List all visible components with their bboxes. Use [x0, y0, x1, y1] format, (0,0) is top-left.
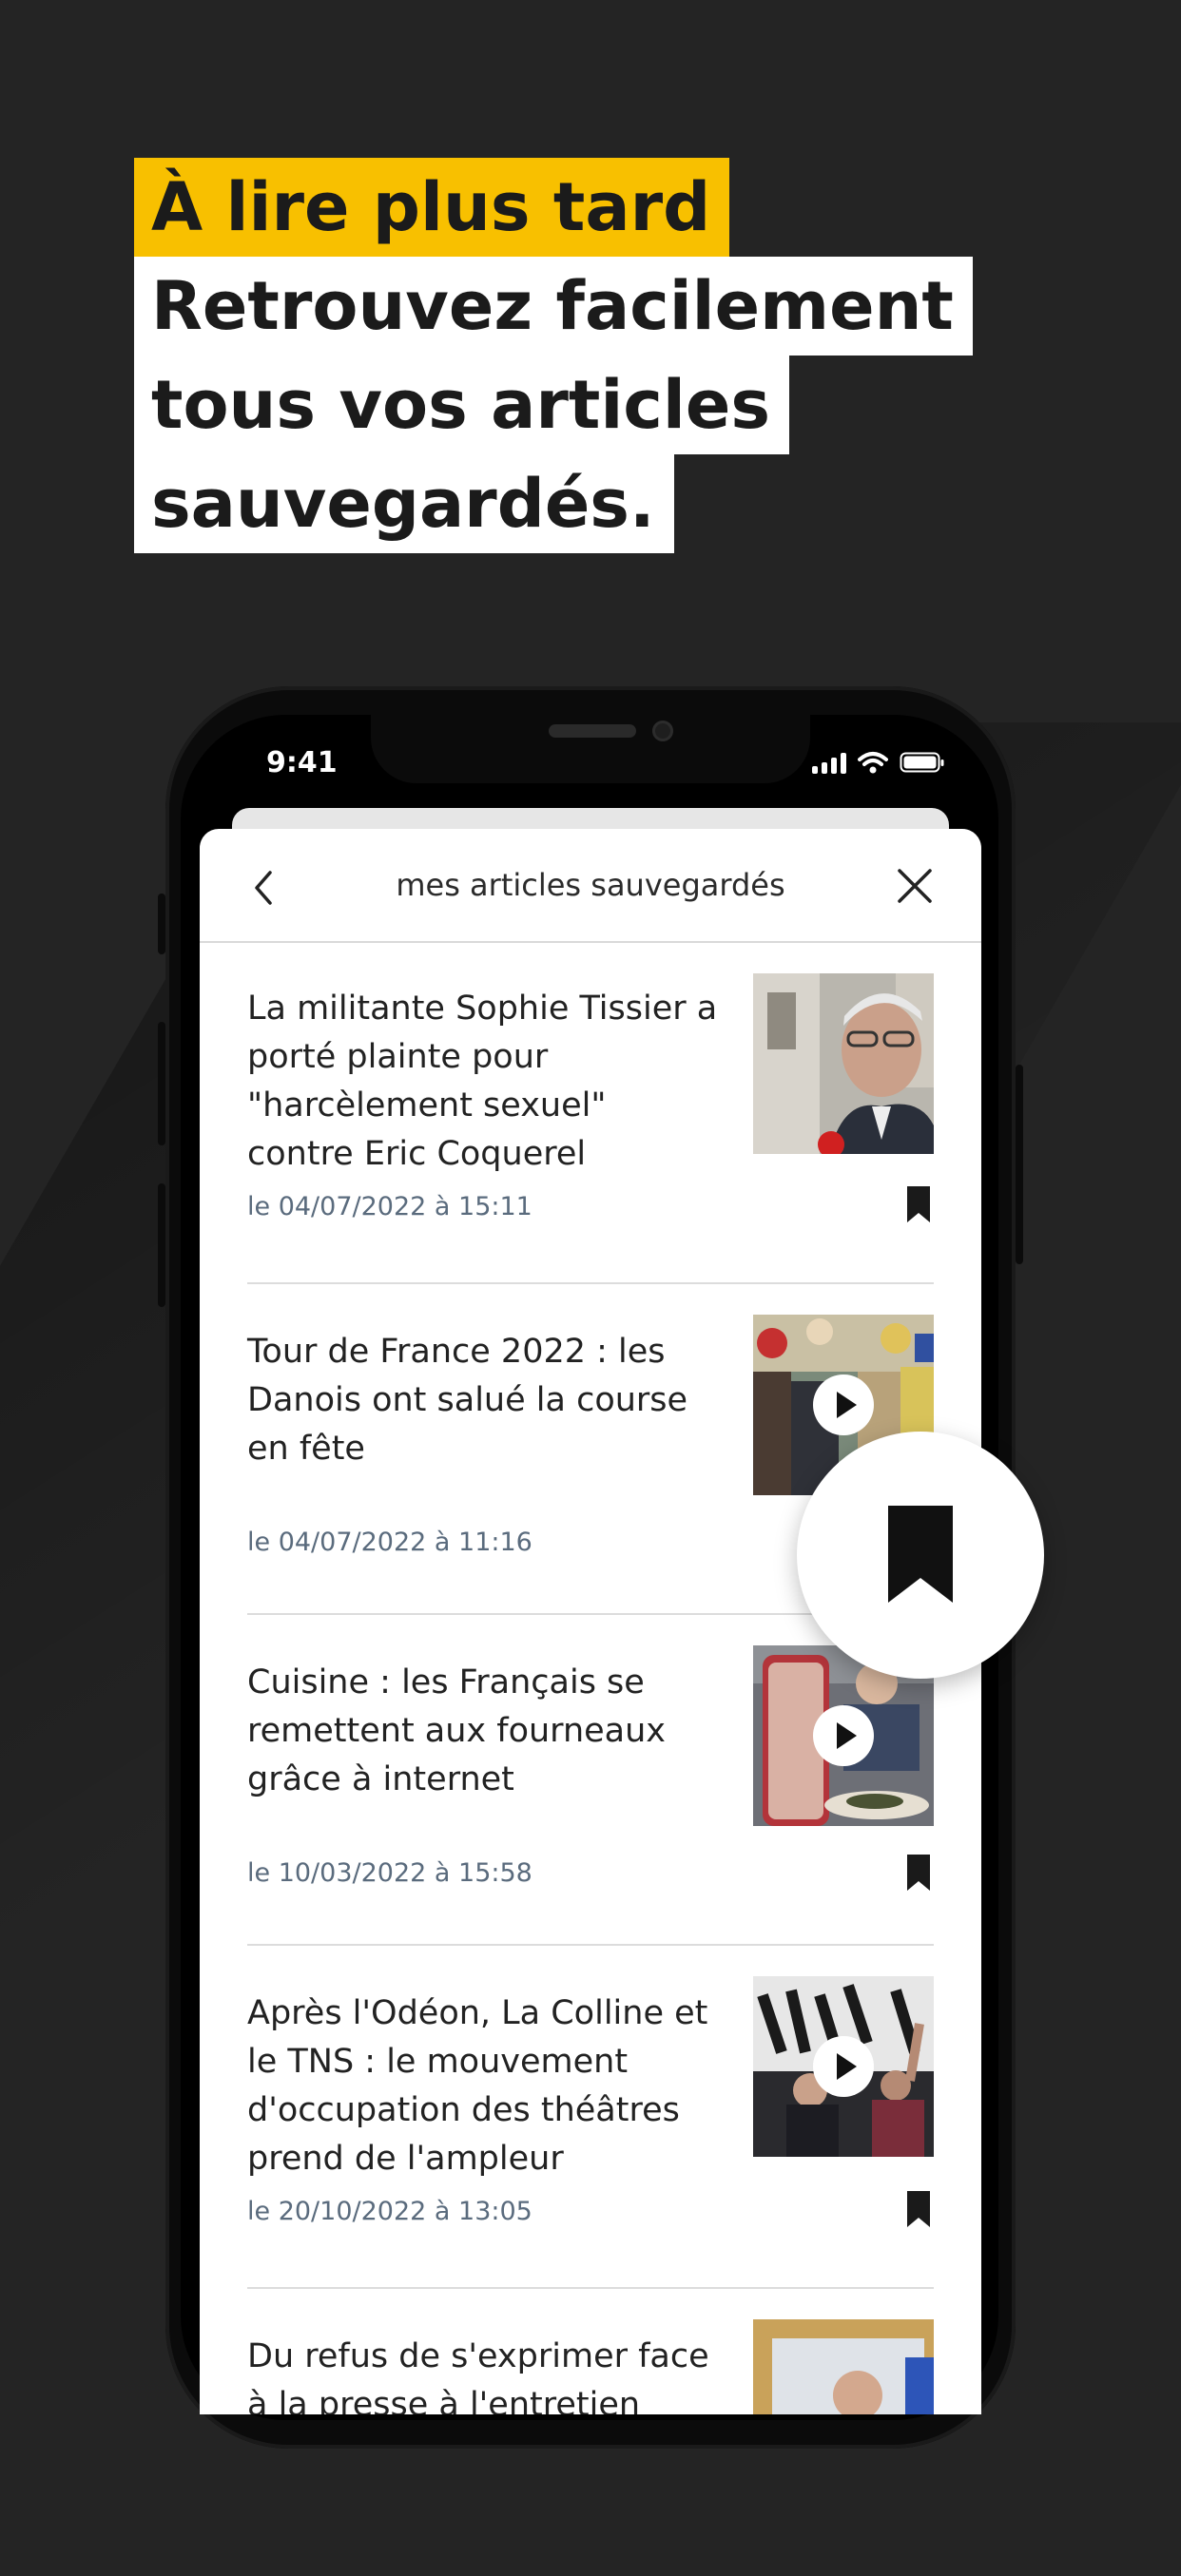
list-item[interactable]: Cuisine : les Français se remettent aux …	[247, 1615, 934, 1946]
headline-line-4: sauvegardés.	[134, 454, 674, 553]
list-item[interactable]: Du refus de s'exprimer face à la presse …	[247, 2289, 934, 2414]
list-item[interactable]: La militante Sophie Tissier a porté plai…	[247, 941, 934, 1284]
phone-camera	[652, 721, 673, 741]
bookmark-icon[interactable]	[905, 1855, 932, 1891]
close-icon[interactable]	[888, 859, 941, 913]
status-icons	[812, 751, 945, 774]
portrait-image	[753, 973, 934, 1154]
status-time: 9:41	[266, 746, 338, 779]
article-title[interactable]: La militante Sophie Tissier a porté plai…	[247, 985, 723, 1179]
phone-volume-down	[158, 1183, 165, 1307]
article-list: La militante Sophie Tissier a porté plai…	[247, 941, 934, 2414]
article-date: le 04/07/2022 à 15:11	[247, 1192, 532, 1221]
article-title[interactable]: Tour de France 2022 : les Danois ont sal…	[247, 1328, 723, 1473]
article-title[interactable]: Du refus de s'exprimer face à la presse …	[247, 2333, 723, 2414]
article-date: le 10/03/2022 à 15:58	[247, 1858, 532, 1888]
phone-speaker	[549, 724, 636, 738]
list-item[interactable]: Après l'Odéon, La Colline et le TNS : le…	[247, 1946, 934, 2289]
press-image	[753, 2319, 934, 2414]
bookmark-icon[interactable]	[905, 2191, 932, 2227]
article-thumbnail[interactable]	[753, 973, 934, 1154]
signal-icon	[812, 753, 846, 774]
article-thumbnail[interactable]	[753, 1976, 934, 2157]
play-button[interactable]	[813, 2036, 874, 2097]
article-title[interactable]: Cuisine : les Français se remettent aux …	[247, 1659, 723, 1804]
headline-line-2: Retrouvez facilement	[134, 257, 973, 356]
article-title[interactable]: Après l'Odéon, La Colline et le TNS : le…	[247, 1990, 723, 2183]
headline-tag: À lire plus tard	[134, 158, 730, 257]
play-icon	[837, 2053, 857, 2080]
article-date: le 20/10/2022 à 13:05	[247, 2197, 532, 2226]
article-thumbnail[interactable]	[753, 2319, 934, 2414]
phone-volume-up	[158, 1022, 165, 1145]
promo-headline: À lire plus tard Retrouvez facilement to…	[134, 158, 973, 553]
play-button[interactable]	[813, 1705, 874, 1766]
sheet-header: mes articles sauvegardés	[200, 829, 981, 943]
wifi-icon	[858, 752, 888, 774]
article-date: le 04/07/2022 à 11:16	[247, 1528, 532, 1557]
bookmark-icon[interactable]	[905, 1186, 932, 1222]
sheet-title: mes articles sauvegardés	[396, 867, 785, 903]
headline-line-3: tous vos articles	[134, 356, 790, 454]
play-button[interactable]	[813, 1375, 874, 1435]
bookmark-bubble[interactable]	[797, 1432, 1044, 1679]
bookmark-icon	[888, 1506, 953, 1603]
battery-icon	[900, 752, 944, 773]
play-icon	[837, 1722, 857, 1749]
phone-mute-switch	[158, 894, 165, 954]
phone-power-button	[1016, 1065, 1023, 1264]
play-icon	[837, 1392, 857, 1418]
